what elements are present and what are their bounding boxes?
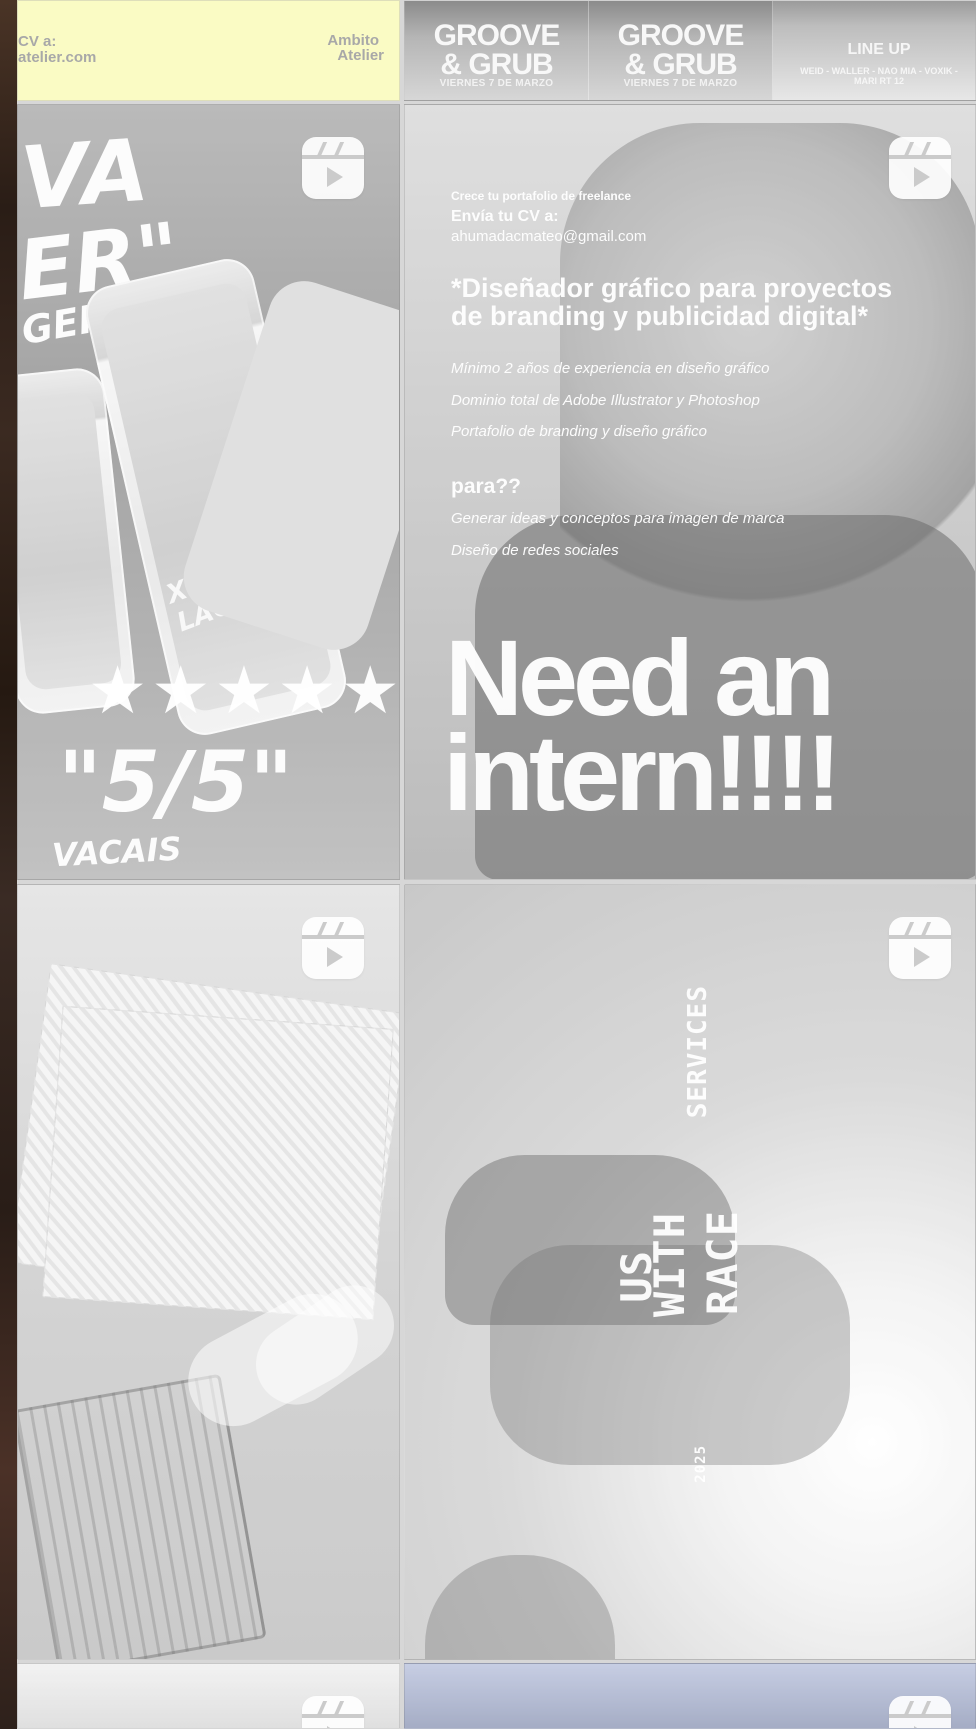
event-date: VIERNES 7 DE MARZO bbox=[439, 78, 554, 89]
lineup-block: LINE UP WEID - WALLER - NAO MIA - VOXIK … bbox=[799, 41, 959, 87]
post-tile-bottom-left[interactable] bbox=[17, 1663, 400, 1729]
intern-requirement-3: Portafolio de branding y diseño gráfico bbox=[451, 423, 707, 440]
intern-role-line-1: *Diseñador gráfico para proyectos bbox=[451, 273, 893, 303]
lineup-title: LINE UP bbox=[847, 41, 911, 58]
lineup-names: WEID - WALLER - NAO MIA - VOXIK - MARI R… bbox=[800, 66, 958, 87]
event-card-2: GROOVE & GRUB VIERNES 7 DE MARZO bbox=[589, 1, 773, 100]
intern-headline-line-2: intern!!!! bbox=[443, 712, 842, 833]
reel-icon bbox=[302, 137, 364, 199]
reel-icon bbox=[302, 1696, 364, 1728]
intern-task-2: Diseño de redes sociales bbox=[451, 542, 619, 559]
intern-cta: Envía tu CV a: bbox=[451, 208, 559, 225]
sketch-paper-stack-2 bbox=[42, 1005, 394, 1321]
post-tile-race-with-us[interactable]: SERVICES RACE WITH US 2025 bbox=[404, 884, 976, 1660]
event-date: VIERNES 7 DE MARZO bbox=[623, 78, 738, 89]
vertical-text-race: RACE bbox=[698, 1210, 747, 1316]
vertical-text-services: SERVICES bbox=[683, 985, 713, 1119]
intern-intro: Crece tu portafolio de freelance bbox=[451, 189, 632, 203]
post-tile-beer[interactable]: VA ER" GERTO XICAN LAGER ★★★★★ "5/5" VAC… bbox=[17, 104, 400, 880]
event-card-1: GROOVE & GRUB VIERNES 7 DE MARZO bbox=[405, 1, 589, 100]
intern-requirement-1: Mínimo 2 años de experiencia en diseño g… bbox=[451, 360, 770, 377]
vertical-text-us: US bbox=[612, 1250, 661, 1303]
intern-task-1: Generar ideas y conceptos para imagen de… bbox=[451, 510, 785, 527]
reel-icon bbox=[302, 917, 364, 979]
intern-email: ahumadacmateo@gmail.com bbox=[451, 228, 647, 245]
reel-icon bbox=[889, 137, 951, 199]
beer-rating: "5/5" bbox=[58, 733, 294, 831]
beer-can-label bbox=[18, 390, 123, 692]
post-tile-bottom-right[interactable] bbox=[404, 1663, 976, 1729]
side-image-edge bbox=[0, 0, 17, 1729]
beer-stars: ★★★★★ bbox=[88, 652, 400, 729]
post-tile-groove-grub[interactable]: GROOVE & GRUB VIERNES 7 DE MARZO GROOVE … bbox=[404, 0, 976, 101]
post-tile-need-an-intern[interactable]: Crece tu portafolio de freelance Envía t… bbox=[404, 104, 976, 880]
promo-left-text-2: atelier.com bbox=[18, 49, 97, 66]
intern-para: para?? bbox=[451, 475, 522, 498]
reel-icon bbox=[889, 1696, 951, 1728]
vertical-text-year: 2025 bbox=[693, 1445, 709, 1483]
post-tile-ambito-atelier[interactable]: CV a: atelier.com Ambito Atelier bbox=[17, 0, 400, 101]
crowd-shape bbox=[425, 1555, 615, 1659]
intern-requirement-2: Dominio total de Adobe Illustrator y Pho… bbox=[451, 392, 760, 409]
beer-bottom-text: VACAIS bbox=[51, 829, 183, 875]
event-title-line-2: & GRUB bbox=[624, 48, 737, 81]
promo-left-text-1: CV a: bbox=[18, 33, 57, 50]
profile-feed: CV a: atelier.com Ambito Atelier GROOVE … bbox=[0, 0, 976, 1729]
post-tile-kitchen-sketch[interactable] bbox=[17, 884, 400, 1660]
brand-name-line-2: Atelier bbox=[337, 47, 384, 64]
event-title-line-2: & GRUB bbox=[440, 48, 553, 81]
reel-icon bbox=[889, 917, 951, 979]
intern-role-line-2: de branding y publicidad digital* bbox=[451, 301, 869, 331]
